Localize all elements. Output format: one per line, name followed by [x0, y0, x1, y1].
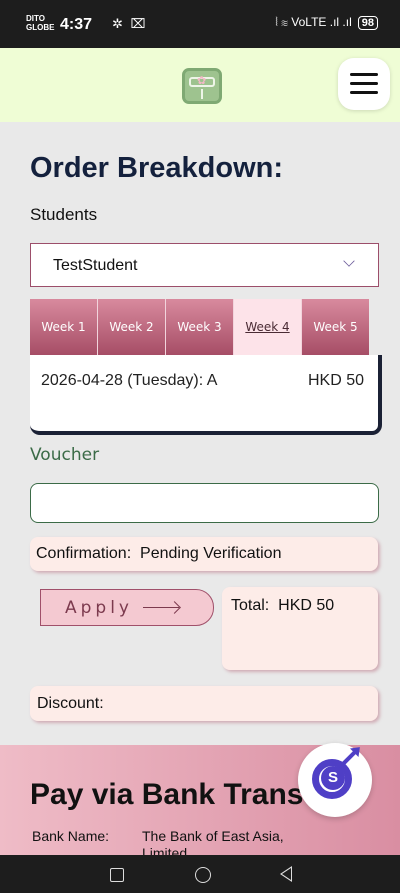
lunchbox-logo-icon[interactable]: ✿ [182, 68, 222, 104]
clock: 4:37 [60, 16, 93, 33]
student-select-value: TestStudent [53, 257, 138, 274]
tab-week-5[interactable]: Week 5 [301, 299, 369, 355]
notification-icons: ✲ ⌧ [112, 16, 148, 31]
dart-icon [341, 748, 359, 766]
tab-week-1[interactable]: Week 1 [30, 299, 97, 355]
target-fab-button[interactable]: S [298, 743, 372, 817]
system-nav-bar [0, 855, 400, 893]
order-card: 2026-04-28 (Tuesday): A HKD 50 [30, 355, 382, 435]
students-label: Students [30, 205, 98, 224]
order-line-amount: HKD 50 [307, 372, 364, 389]
chevron-down-icon [343, 255, 355, 267]
confirmation-text: Confirmation: Pending Verification [36, 545, 282, 562]
home-icon[interactable] [195, 867, 211, 883]
carrier-line-1: DITO [26, 14, 45, 23]
order-line-item: 2026-04-28 (Tuesday): A [41, 372, 218, 389]
recent-apps-icon[interactable] [110, 868, 124, 882]
status-bar: DITO GLOBE 4:37 ✲ ⌧ ⦚ ≋ VoLTE .ıl .ıl 98 [0, 0, 400, 48]
tab-week-2[interactable]: Week 2 [97, 299, 165, 355]
bank-name-value-line2: Limited [142, 845, 188, 855]
target-center-icon: S [321, 766, 345, 790]
confirmation-status: Confirmation: Pending Verification [30, 537, 378, 571]
apply-button-label: Apply [65, 597, 133, 618]
bank-name-value: The Bank of East Asia, [142, 828, 284, 844]
student-select[interactable]: TestStudent [30, 243, 379, 287]
carrier-label: DITO GLOBE [26, 14, 54, 32]
battery-icon: 98 [357, 15, 378, 30]
voucher-input[interactable] [30, 483, 379, 523]
week-tabs: Week 1 Week 2 Week 3 Week 4 Week 5 [30, 299, 369, 355]
back-icon[interactable] [280, 866, 292, 882]
network-icons: ⦚ ≋ VoLTE .ıl .ıl [275, 15, 352, 29]
tab-week-3[interactable]: Week 3 [165, 299, 233, 355]
discount-text: Discount: [37, 695, 104, 712]
bank-section-title: Pay via Bank Trans [30, 778, 304, 811]
page-title: Order Breakdown: [30, 152, 283, 184]
network-status: ⦚ ≋ VoLTE .ıl .ıl 98 [275, 15, 378, 30]
carrier-line-2: GLOBE [26, 23, 55, 32]
voucher-label: Voucher [30, 445, 100, 465]
hamburger-menu-icon[interactable] [338, 58, 390, 110]
total-box: Total: HKD 50 [222, 587, 378, 670]
total-text: Total: HKD 50 [231, 597, 335, 614]
apply-button[interactable]: Apply [40, 589, 214, 626]
discount-box: Discount: [30, 686, 378, 721]
arrow-right-icon [143, 606, 179, 609]
app-header: ✿ [0, 48, 400, 122]
bank-name-row: Bank Name: The Bank of East Asia, [32, 828, 284, 844]
tab-week-4[interactable]: Week 4 [233, 299, 301, 355]
bank-name-key: Bank Name: [32, 828, 110, 844]
